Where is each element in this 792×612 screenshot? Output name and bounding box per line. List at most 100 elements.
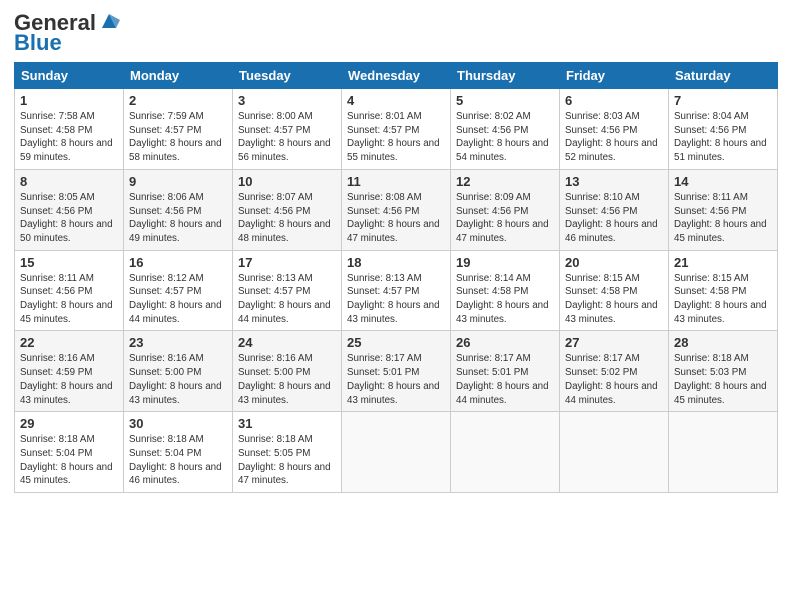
day-number: 4 <box>347 93 445 108</box>
day-cell-31: 31Sunrise: 8:18 AMSunset: 5:05 PMDayligh… <box>233 412 342 493</box>
day-number: 22 <box>20 335 118 350</box>
day-cell-6: 6 Sunrise: 8:03 AMSunset: 4:56 PMDaylight… <box>560 89 669 170</box>
day-info: Sunrise: 8:18 AMSunset: 5:05 PMDaylight:… <box>238 433 336 488</box>
day-cell-18: 18 Sunrise: 8:13 AMSunset: 4:57 PMDayligh… <box>342 250 451 331</box>
day-number: 26 <box>456 335 554 350</box>
day-cell-26: 26 Sunrise: 8:17 AMSunset: 5:01 PMDayligh… <box>451 331 560 412</box>
empty-cell <box>669 412 778 493</box>
header-row: SundayMondayTuesdayWednesdayThursdayFrid… <box>15 63 778 89</box>
day-cell-7: 7Sunrise: 8:04 AMSunset: 4:56 PMDaylight… <box>669 89 778 170</box>
day-cell-29: 29Sunrise: 8:18 AMSunset: 5:04 PMDayligh… <box>15 412 124 493</box>
day-info: Sunrise: 8:17 AMSunset: 5:01 PMDaylight:… <box>456 352 554 407</box>
day-cell-25: 25Sunrise: 8:17 AMSunset: 5:01 PMDayligh… <box>342 331 451 412</box>
day-number: 7 <box>674 93 772 108</box>
header-day-sunday: Sunday <box>15 63 124 89</box>
day-cell-4: 4 Sunrise: 8:01 AMSunset: 4:57 PMDaylight… <box>342 89 451 170</box>
day-info: Sunrise: 8:13 AMSunset: 4:57 PMDaylight:… <box>238 272 336 327</box>
day-cell-16: 16 Sunrise: 8:12 AMSunset: 4:57 PMDayligh… <box>124 250 233 331</box>
empty-cell <box>451 412 560 493</box>
day-info: Sunrise: 8:09 AMSunset: 4:56 PMDaylight:… <box>456 191 554 246</box>
day-cell-12: 12 Sunrise: 8:09 AMSunset: 4:56 PMDayligh… <box>451 169 560 250</box>
header-day-thursday: Thursday <box>451 63 560 89</box>
logo-icon <box>98 10 120 32</box>
header-day-tuesday: Tuesday <box>233 63 342 89</box>
day-info: Sunrise: 8:01 AMSunset: 4:57 PMDaylight:… <box>347 110 445 165</box>
day-info: Sunrise: 8:16 AMSunset: 4:59 PMDaylight:… <box>20 352 118 407</box>
day-number: 18 <box>347 255 445 270</box>
day-info: Sunrise: 8:06 AMSunset: 4:56 PMDaylight:… <box>129 191 227 246</box>
calendar-week-4: 22 Sunrise: 8:16 AMSunset: 4:59 PMDayligh… <box>15 331 778 412</box>
day-cell-14: 14Sunrise: 8:11 AMSunset: 4:56 PMDayligh… <box>669 169 778 250</box>
header-day-monday: Monday <box>124 63 233 89</box>
day-cell-17: 17 Sunrise: 8:13 AMSunset: 4:57 PMDayligh… <box>233 250 342 331</box>
day-cell-21: 21 Sunrise: 8:15 AMSunset: 4:58 PMDayligh… <box>669 250 778 331</box>
calendar-week-1: 1Sunrise: 7:58 AMSunset: 4:58 PMDaylight… <box>15 89 778 170</box>
calendar-week-3: 15 Sunrise: 8:11 AMSunset: 4:56 PMDayligh… <box>15 250 778 331</box>
day-info: Sunrise: 8:10 AMSunset: 4:56 PMDaylight:… <box>565 191 663 246</box>
day-cell-9: 9 Sunrise: 8:06 AMSunset: 4:56 PMDaylight… <box>124 169 233 250</box>
day-cell-2: 2Sunrise: 7:59 AMSunset: 4:57 PMDaylight… <box>124 89 233 170</box>
day-cell-3: 3 Sunrise: 8:00 AMSunset: 4:57 PMDaylight… <box>233 89 342 170</box>
main-container: General Blue SundayMondayTuesdayWednesda… <box>0 0 792 503</box>
day-info: Sunrise: 8:00 AMSunset: 4:57 PMDaylight:… <box>238 110 336 165</box>
day-number: 12 <box>456 174 554 189</box>
day-info: Sunrise: 8:15 AMSunset: 4:58 PMDaylight:… <box>674 272 772 327</box>
day-cell-5: 5 Sunrise: 8:02 AMSunset: 4:56 PMDaylight… <box>451 89 560 170</box>
day-info: Sunrise: 7:58 AMSunset: 4:58 PMDaylight:… <box>20 110 118 165</box>
day-number: 10 <box>238 174 336 189</box>
day-info: Sunrise: 8:07 AMSunset: 4:56 PMDaylight:… <box>238 191 336 246</box>
day-info: Sunrise: 7:59 AMSunset: 4:57 PMDaylight:… <box>129 110 227 165</box>
day-info: Sunrise: 8:12 AMSunset: 4:57 PMDaylight:… <box>129 272 227 327</box>
day-number: 14 <box>674 174 772 189</box>
day-info: Sunrise: 8:14 AMSunset: 4:58 PMDaylight:… <box>456 272 554 327</box>
calendar-table: SundayMondayTuesdayWednesdayThursdayFrid… <box>14 62 778 493</box>
day-info: Sunrise: 8:16 AMSunset: 5:00 PMDaylight:… <box>129 352 227 407</box>
day-cell-15: 15 Sunrise: 8:11 AMSunset: 4:56 PMDayligh… <box>15 250 124 331</box>
day-info: Sunrise: 8:17 AMSunset: 5:01 PMDaylight:… <box>347 352 445 407</box>
day-number: 13 <box>565 174 663 189</box>
day-info: Sunrise: 8:08 AMSunset: 4:56 PMDaylight:… <box>347 191 445 246</box>
calendar-body: 1Sunrise: 7:58 AMSunset: 4:58 PMDaylight… <box>15 89 778 493</box>
day-info: Sunrise: 8:18 AMSunset: 5:03 PMDaylight:… <box>674 352 772 407</box>
day-info: Sunrise: 8:17 AMSunset: 5:02 PMDaylight:… <box>565 352 663 407</box>
day-info: Sunrise: 8:11 AMSunset: 4:56 PMDaylight:… <box>20 272 118 327</box>
day-info: Sunrise: 8:05 AMSunset: 4:56 PMDaylight:… <box>20 191 118 246</box>
calendar-week-5: 29 Sunrise: 8:18 AMSunset: 5:04 PMDayligh… <box>15 412 778 493</box>
day-number: 29 <box>20 416 118 431</box>
day-number: 23 <box>129 335 227 350</box>
day-number: 11 <box>347 174 445 189</box>
day-number: 21 <box>674 255 772 270</box>
header-day-saturday: Saturday <box>669 63 778 89</box>
day-info: Sunrise: 8:16 AMSunset: 5:00 PMDaylight:… <box>238 352 336 407</box>
day-number: 24 <box>238 335 336 350</box>
day-cell-20: 20Sunrise: 8:15 AMSunset: 4:58 PMDayligh… <box>560 250 669 331</box>
day-number: 16 <box>129 255 227 270</box>
day-number: 19 <box>456 255 554 270</box>
day-number: 3 <box>238 93 336 108</box>
day-number: 5 <box>456 93 554 108</box>
day-info: Sunrise: 8:18 AMSunset: 5:04 PMDaylight:… <box>129 433 227 488</box>
day-number: 6 <box>565 93 663 108</box>
day-cell-8: 8Sunrise: 8:05 AMSunset: 4:56 PMDaylight… <box>15 169 124 250</box>
day-number: 9 <box>129 174 227 189</box>
day-cell-19: 19 Sunrise: 8:14 AMSunset: 4:58 PMDayligh… <box>451 250 560 331</box>
day-cell-22: 22 Sunrise: 8:16 AMSunset: 4:59 PMDayligh… <box>15 331 124 412</box>
day-number: 28 <box>674 335 772 350</box>
day-cell-24: 24 Sunrise: 8:16 AMSunset: 5:00 PMDayligh… <box>233 331 342 412</box>
calendar-week-2: 8Sunrise: 8:05 AMSunset: 4:56 PMDaylight… <box>15 169 778 250</box>
empty-cell <box>560 412 669 493</box>
day-cell-1: 1Sunrise: 7:58 AMSunset: 4:58 PMDaylight… <box>15 89 124 170</box>
day-number: 27 <box>565 335 663 350</box>
day-number: 17 <box>238 255 336 270</box>
day-cell-13: 13 Sunrise: 8:10 AMSunset: 4:56 PMDayligh… <box>560 169 669 250</box>
header-day-friday: Friday <box>560 63 669 89</box>
day-cell-10: 10 Sunrise: 8:07 AMSunset: 4:56 PMDayligh… <box>233 169 342 250</box>
day-number: 20 <box>565 255 663 270</box>
day-info: Sunrise: 8:13 AMSunset: 4:57 PMDaylight:… <box>347 272 445 327</box>
day-cell-11: 11 Sunrise: 8:08 AMSunset: 4:56 PMDayligh… <box>342 169 451 250</box>
day-info: Sunrise: 8:03 AMSunset: 4:56 PMDaylight:… <box>565 110 663 165</box>
logo-blue: Blue <box>14 30 62 56</box>
day-cell-23: 23 Sunrise: 8:16 AMSunset: 5:00 PMDayligh… <box>124 331 233 412</box>
day-info: Sunrise: 8:02 AMSunset: 4:56 PMDaylight:… <box>456 110 554 165</box>
day-number: 15 <box>20 255 118 270</box>
